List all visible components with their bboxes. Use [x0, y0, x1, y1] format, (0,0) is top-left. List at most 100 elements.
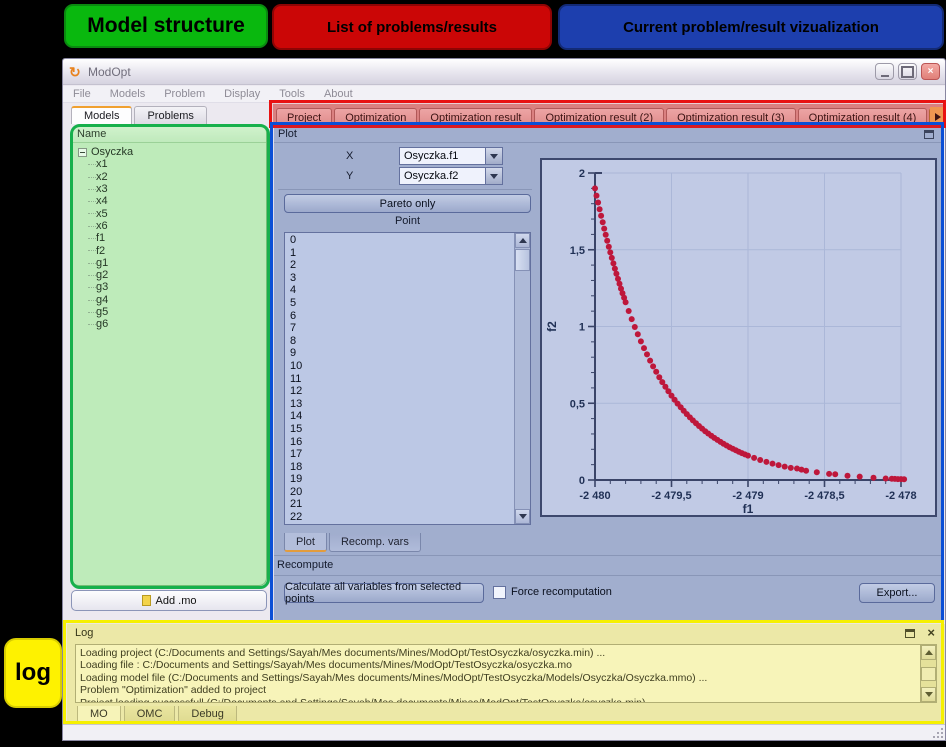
doc-tab-optimization[interactable]: Optimization [334, 108, 417, 128]
scatter-point[interactable] [629, 316, 635, 322]
doc-tab-optimization-result-3-[interactable]: Optimization result (3) [666, 108, 796, 128]
scrollbar-thumb[interactable] [515, 249, 530, 271]
tree-item-g6[interactable]: g6 [78, 318, 266, 330]
scatter-point[interactable] [650, 363, 656, 369]
menu-tools[interactable]: Tools [279, 88, 305, 100]
scatter-point[interactable] [803, 468, 809, 474]
scroll-up-icon[interactable] [515, 233, 530, 248]
scroll-up-icon[interactable] [921, 645, 936, 660]
tab-scroll-right-icon[interactable] [930, 107, 945, 127]
x-variable-combobox[interactable]: Osyczka.f1 [399, 147, 503, 165]
close-dock-icon[interactable]: × [927, 625, 935, 640]
point-list-item[interactable]: 8 [290, 335, 513, 348]
title-bar[interactable]: ↻ ModOpt × [63, 59, 945, 85]
scatter-point[interactable] [883, 476, 889, 482]
scroll-down-icon[interactable] [921, 687, 936, 702]
menu-problem[interactable]: Problem [164, 88, 205, 100]
point-list-item[interactable]: 14 [290, 410, 513, 423]
point-list-item[interactable]: 11 [290, 373, 513, 386]
tab-problems[interactable]: Problems [134, 106, 206, 124]
menu-models[interactable]: Models [110, 88, 145, 100]
point-list-item[interactable]: 15 [290, 423, 513, 436]
scatter-point[interactable] [632, 324, 638, 330]
log-tab-omc[interactable]: OMC [124, 706, 176, 723]
point-list-item[interactable]: 7 [290, 322, 513, 335]
scatter-point[interactable] [832, 471, 838, 477]
chevron-down-icon[interactable] [485, 148, 502, 164]
scatter-point[interactable] [763, 459, 769, 465]
tree-item-g5[interactable]: g5 [78, 306, 266, 318]
scroll-down-icon[interactable] [515, 509, 530, 524]
scatter-point[interactable] [604, 238, 610, 244]
scatter-point[interactable] [626, 308, 632, 314]
calculate-variables-button[interactable]: Calculate all variables from selected po… [284, 583, 484, 603]
tree-item-x4[interactable]: x4 [78, 195, 266, 207]
scatter-point[interactable] [598, 213, 604, 219]
log-tab-debug[interactable]: Debug [178, 706, 236, 723]
point-list-item[interactable]: 16 [290, 436, 513, 449]
pareto-scatter-plot[interactable]: -2 480-2 479,5-2 479-2 478,5-2 47800,511… [540, 158, 937, 517]
scrollbar-thumb[interactable] [921, 667, 936, 681]
point-list-item[interactable]: 9 [290, 347, 513, 360]
tree-item-x1[interactable]: x1 [78, 158, 266, 170]
doc-tab-project[interactable]: Project [276, 108, 332, 128]
scatter-point[interactable] [751, 455, 757, 461]
doc-tab-optimization-result-4-[interactable]: Optimization result (4) [798, 108, 928, 128]
float-dock-icon[interactable] [924, 130, 934, 139]
scatter-point[interactable] [595, 200, 601, 206]
menu-file[interactable]: File [73, 88, 91, 100]
scatter-point[interactable] [653, 369, 659, 375]
add-mo-button[interactable]: Add .mo [71, 590, 267, 611]
model-tree[interactable]: Name Osyczkax1x2x3x4x5x6f1f2g1g2g3g4g5g6 [71, 125, 267, 586]
export-button[interactable]: Export... [859, 583, 935, 603]
tree-item-x2[interactable]: x2 [78, 171, 266, 183]
scatter-point[interactable] [757, 457, 763, 463]
tree-item-x6[interactable]: x6 [78, 220, 266, 232]
scatter-point[interactable] [603, 232, 609, 238]
float-dock-icon[interactable] [905, 629, 915, 638]
scatter-point[interactable] [610, 260, 616, 266]
scatter-point[interactable] [782, 464, 788, 470]
pareto-only-button[interactable]: Pareto only [284, 194, 531, 213]
y-variable-combobox[interactable]: Osyczka.f2 [399, 167, 503, 185]
doc-tab-optimization-result-2-[interactable]: Optimization result (2) [534, 108, 664, 128]
tree-item-g4[interactable]: g4 [78, 294, 266, 306]
minimize-button[interactable] [875, 63, 894, 80]
tree-item-g1[interactable]: g1 [78, 257, 266, 269]
point-list-item[interactable]: 0 [290, 234, 513, 247]
maximize-button[interactable] [898, 63, 917, 80]
tree-item-root[interactable]: Osyczka [78, 146, 266, 158]
scatter-point[interactable] [814, 469, 820, 475]
chevron-down-icon[interactable] [485, 168, 502, 184]
doc-tab-optimization-result[interactable]: Optimization result [419, 108, 532, 128]
menu-about[interactable]: About [324, 88, 353, 100]
point-list-item[interactable]: 10 [290, 360, 513, 373]
tree-item-x5[interactable]: x5 [78, 207, 266, 219]
scatter-point[interactable] [871, 475, 877, 481]
scatter-point[interactable] [597, 206, 603, 212]
point-list-item[interactable]: 4 [290, 284, 513, 297]
scatter-point[interactable] [644, 351, 650, 357]
point-list-item[interactable]: 3 [290, 272, 513, 285]
collapse-icon[interactable] [78, 148, 87, 157]
force-recomputation-checkbox[interactable] [493, 586, 506, 599]
scatter-point[interactable] [609, 255, 615, 261]
tree-item-x3[interactable]: x3 [78, 183, 266, 195]
tab-recomp-vars[interactable]: Recomp. vars [329, 533, 421, 552]
menu-display[interactable]: Display [224, 88, 260, 100]
scatter-point[interactable] [601, 226, 607, 232]
tree-item-f1[interactable]: f1 [78, 232, 266, 244]
point-list-item[interactable]: 2 [290, 259, 513, 272]
scatter-point[interactable] [745, 453, 751, 459]
scatter-point[interactable] [845, 473, 851, 479]
point-list-item[interactable]: 12 [290, 385, 513, 398]
tree-item-g3[interactable]: g3 [78, 281, 266, 293]
scatter-point[interactable] [770, 461, 776, 467]
point-list-item[interactable]: 13 [290, 398, 513, 411]
tree-item-g2[interactable]: g2 [78, 269, 266, 281]
log-output[interactable]: Loading project (C:/Documents and Settin… [75, 644, 937, 703]
point-list-item[interactable]: 6 [290, 310, 513, 323]
scatter-point[interactable] [606, 244, 612, 250]
point-list-item[interactable]: 17 [290, 448, 513, 461]
point-list-item[interactable]: 19 [290, 473, 513, 486]
